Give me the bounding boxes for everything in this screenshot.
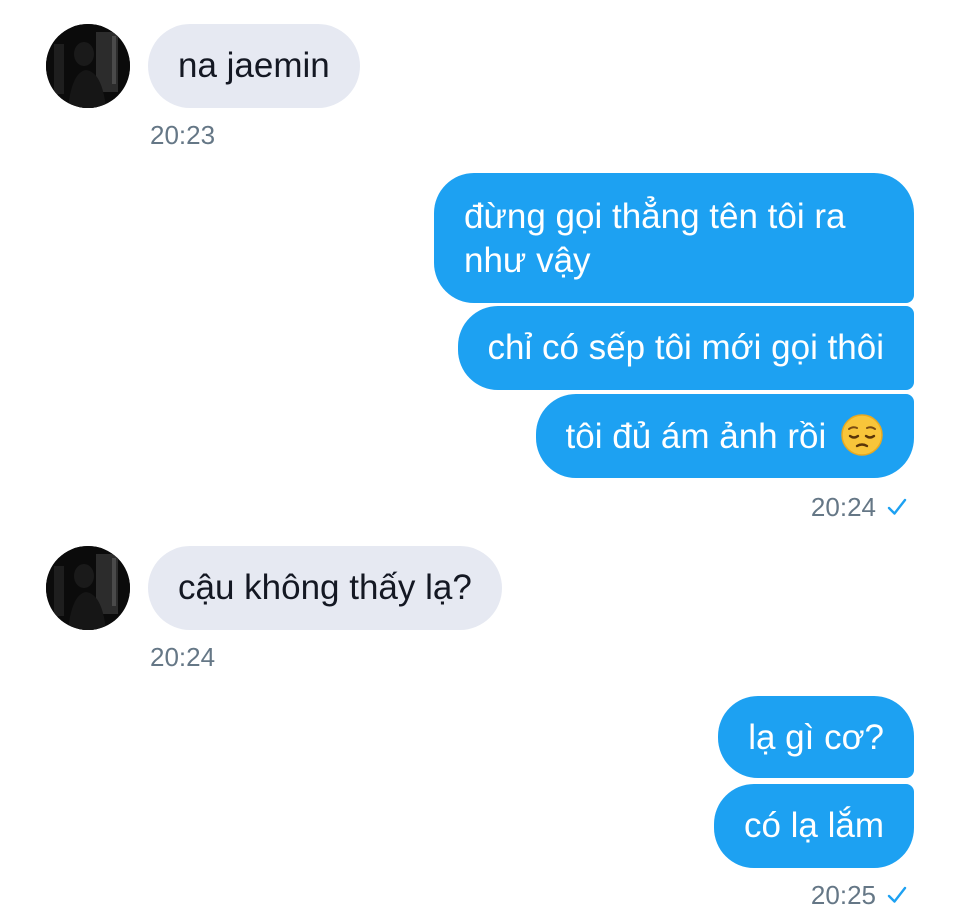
incoming-message[interactable]: na jaemin xyxy=(148,24,360,108)
avatar-photo-icon xyxy=(46,24,130,108)
contact-avatar[interactable] xyxy=(46,546,130,630)
outgoing-message[interactable]: lạ gì cơ? xyxy=(718,696,914,778)
message-timestamp: 20:24 xyxy=(811,492,908,522)
outgoing-message[interactable]: có lạ lắm xyxy=(713,784,914,868)
pensive-face-icon xyxy=(841,414,883,456)
timestamp-text: 20:25 xyxy=(810,880,876,910)
message-text: tôi đủ ám ảnh rồi xyxy=(565,417,827,456)
contact-avatar[interactable] xyxy=(46,24,130,108)
outgoing-message[interactable]: đừng gọi thẳng tên tôi ra như vậy xyxy=(434,173,914,303)
message-timestamp: 20:25 xyxy=(811,880,908,910)
outgoing-message[interactable]: chỉ có sếp tôi mới gọi thôi xyxy=(457,306,914,390)
avatar-photo-icon xyxy=(46,546,130,630)
outgoing-message[interactable]: tôi đủ ám ảnh rồi xyxy=(535,394,914,478)
read-check-icon xyxy=(887,886,907,903)
timestamp-text: 20:24 xyxy=(810,492,876,522)
message-timestamp: 20:24 xyxy=(150,642,216,672)
read-check-icon xyxy=(887,498,907,515)
incoming-message[interactable]: cậu không thấy lạ? xyxy=(148,546,502,630)
message-timestamp: 20:23 xyxy=(150,120,216,150)
